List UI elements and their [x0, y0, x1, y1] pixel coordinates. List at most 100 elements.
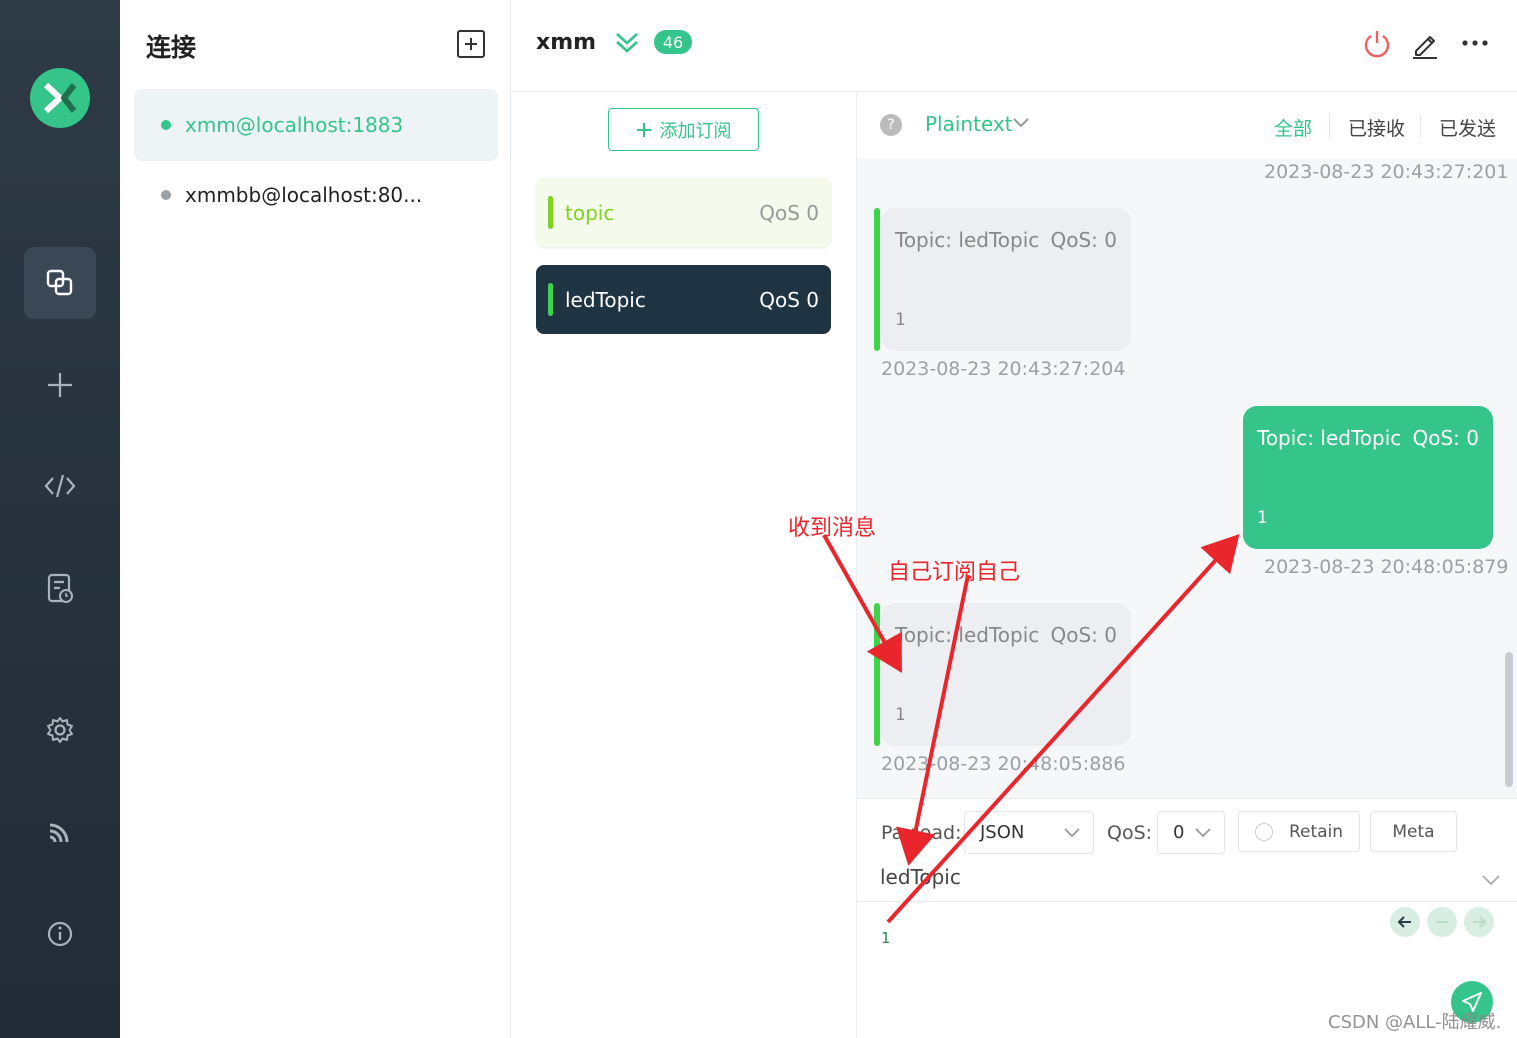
- connection-item[interactable]: xmm@localhost:1883: [134, 89, 498, 161]
- topic-color-edge: [874, 603, 880, 746]
- nav-new-connection-button[interactable]: [24, 349, 96, 421]
- plus-icon: [636, 122, 651, 137]
- code-icon: [44, 474, 76, 498]
- received-message: Topic: ledTopic QoS: 0 1: [874, 603, 1131, 746]
- message-count-badge: 46: [654, 30, 692, 54]
- chevron-down-icon: [1013, 118, 1029, 128]
- nav-rail: [0, 0, 120, 1038]
- subscription-color-bar: [548, 196, 553, 229]
- message-timestamp: 2023-08-23 20:43:27:204: [881, 358, 1126, 380]
- subscription-item[interactable]: topic QoS 0: [536, 178, 831, 247]
- collapse-chevron-icon[interactable]: [614, 29, 640, 55]
- history-forward-button[interactable]: [1464, 907, 1494, 937]
- chevron-down-icon: [1195, 828, 1211, 838]
- add-subscription-button[interactable]: 添加订阅: [608, 108, 759, 151]
- publish-panel: Payload: JSON QoS: 0 Retain Meta ledTopi…: [857, 798, 1517, 1038]
- nav-settings-button[interactable]: [24, 694, 96, 766]
- message-toolbar: ? Plaintext 全部 已接收 已发送: [857, 92, 1517, 159]
- subscription-qos: QoS 0: [759, 287, 819, 312]
- new-connection-button[interactable]: [457, 30, 485, 58]
- payload-editor[interactable]: 1: [881, 929, 890, 947]
- message-qos: QoS: 0: [1050, 228, 1118, 252]
- received-message: Topic: ledTopic QoS: 0 1: [874, 208, 1131, 351]
- retain-radio: [1254, 822, 1273, 841]
- history-back-button[interactable]: [1390, 907, 1420, 937]
- message-payload: 1: [1257, 508, 1268, 528]
- retain-toggle[interactable]: Retain: [1238, 811, 1360, 852]
- message-topic: Topic: ledTopic: [895, 623, 1040, 647]
- log-icon: [47, 573, 73, 603]
- filter-all-tab[interactable]: 全部: [1274, 114, 1312, 141]
- sent-message: Topic: ledTopic QoS: 0 1: [1243, 406, 1493, 549]
- connections-panel: 连接 xmm@localhost:1883 xmmbb@localhost:80…: [120, 0, 511, 1038]
- message-topic: Topic: ledTopic: [1257, 426, 1402, 450]
- filter-received-tab[interactable]: 已接收: [1348, 114, 1405, 141]
- nav-connections-button[interactable]: [24, 247, 96, 319]
- connection-label: xmm@localhost:1883: [185, 113, 404, 137]
- annotation-received: 收到消息: [788, 516, 877, 541]
- plus-icon: [48, 373, 72, 397]
- topic-input[interactable]: ledTopic: [880, 865, 961, 889]
- subscription-color-bar: [548, 283, 553, 316]
- message-list: 2023-08-23 20:43:27:201 Topic: ledTopic …: [857, 92, 1517, 798]
- qos-select[interactable]: 0: [1157, 811, 1225, 854]
- help-icon[interactable]: ?: [880, 114, 902, 136]
- more-icon[interactable]: [1460, 28, 1490, 60]
- connection-label: xmmbb@localhost:80...: [185, 183, 423, 207]
- subscription-qos: QoS 0: [759, 200, 819, 225]
- history-clear-button[interactable]: [1427, 907, 1457, 937]
- watermark: CSDN @ALL-陆耀威.: [1328, 1012, 1502, 1033]
- qos-label: QoS:: [1107, 822, 1153, 844]
- nav-log-button[interactable]: [24, 552, 96, 624]
- subscription-topic: topic: [565, 200, 615, 225]
- retain-label: Retain: [1288, 821, 1344, 842]
- divider: [857, 901, 1517, 902]
- chevron-down-icon[interactable]: [1481, 873, 1501, 887]
- nav-script-button[interactable]: [24, 450, 96, 522]
- filter-sent-tab[interactable]: 已发送: [1439, 114, 1496, 141]
- connection-header: xmm 46: [511, 0, 1517, 92]
- arrow-right-icon: [1473, 916, 1487, 928]
- message-qos: QoS: 0: [1412, 426, 1480, 450]
- minus-icon: [1436, 921, 1448, 923]
- app-logo: [30, 68, 90, 128]
- message-qos: QoS: 0: [1050, 623, 1118, 647]
- nav-feed-button[interactable]: [24, 796, 96, 868]
- nav-about-button[interactable]: [24, 898, 96, 970]
- topic-color-edge: [874, 208, 880, 351]
- payload-format-select[interactable]: JSON: [964, 811, 1094, 854]
- add-subscription-label: 添加订阅: [659, 120, 732, 142]
- subscription-topic: ledTopic: [565, 287, 646, 312]
- message-payload: 1: [895, 705, 906, 725]
- gear-icon: [47, 717, 73, 743]
- message-payload: 1: [895, 310, 906, 330]
- connection-status-dot: [161, 190, 171, 200]
- meta-button[interactable]: Meta: [1370, 811, 1457, 852]
- edit-icon[interactable]: [1410, 28, 1440, 60]
- subscriptions-panel: 添加订阅 topic QoS 0 ledTopic QoS 0: [511, 92, 857, 1038]
- divider: [1420, 114, 1421, 138]
- message-timestamp: 2023-08-23 20:48:05:879: [1264, 556, 1509, 578]
- payload-label: Payload:: [881, 822, 962, 844]
- format-select[interactable]: Plaintext: [925, 112, 1013, 136]
- payload-format-value: JSON: [980, 822, 1025, 843]
- message-topic: Topic: ledTopic: [895, 228, 1040, 252]
- message-timestamp: 2023-08-23 20:43:27:201: [1264, 161, 1509, 183]
- connection-status-dot: [161, 120, 171, 130]
- connections-title: 连接: [146, 33, 197, 62]
- connections-icon: [46, 269, 73, 296]
- info-icon: [47, 921, 73, 947]
- chevron-down-icon: [1064, 828, 1080, 838]
- disconnect-icon[interactable]: [1362, 28, 1392, 60]
- message-timestamp: 2023-08-23 20:48:05:886: [881, 753, 1126, 775]
- qos-value: 0: [1173, 822, 1185, 843]
- meta-label: Meta: [1392, 821, 1435, 842]
- rss-icon: [49, 823, 69, 843]
- annotation-self-subscribe: 自己订阅自己: [888, 560, 1021, 585]
- connection-item[interactable]: xmmbb@localhost:80...: [134, 159, 498, 231]
- connection-name: xmm: [536, 30, 597, 55]
- subscription-item[interactable]: ledTopic QoS 0: [536, 265, 831, 334]
- arrow-left-icon: [1397, 916, 1411, 928]
- message-scrollbar[interactable]: [1505, 652, 1513, 787]
- divider: [1329, 114, 1330, 138]
